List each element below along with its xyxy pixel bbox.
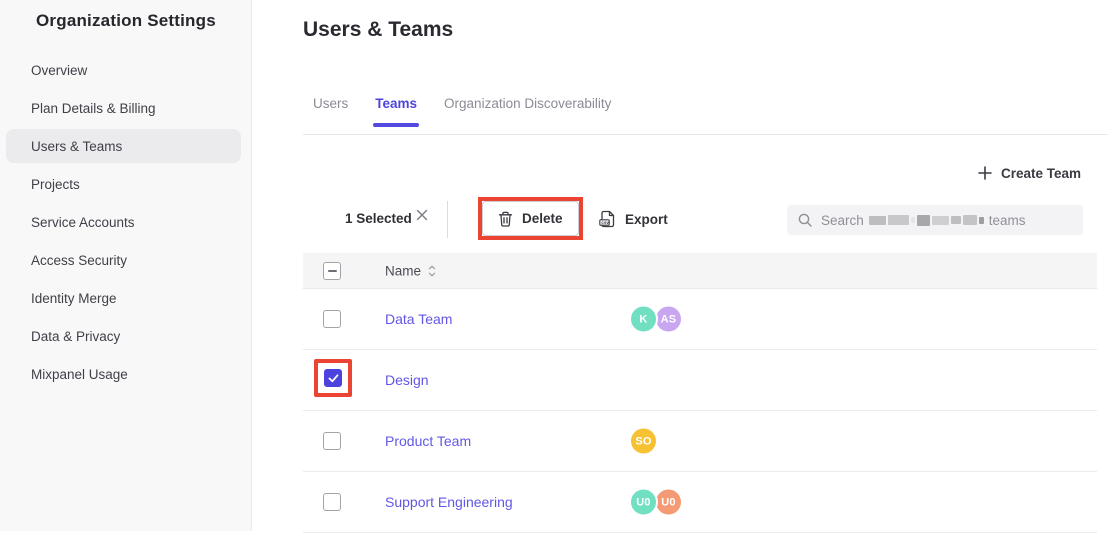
tab-teams[interactable]: Teams [375, 96, 417, 115]
team-name-link[interactable]: Data Team [385, 311, 452, 327]
table-row: Design [303, 350, 1097, 411]
row-checkbox[interactable] [323, 432, 341, 450]
row-checkbox[interactable] [324, 369, 342, 387]
indeterminate-minus-icon [328, 270, 337, 272]
tab-users[interactable]: Users [313, 96, 348, 115]
export-label: Export [625, 212, 668, 227]
row-checkbox[interactable] [323, 310, 341, 328]
plus-icon [978, 166, 992, 180]
tab-bar: Users Teams Organization Discoverability [313, 96, 611, 115]
toolbar-divider [447, 201, 448, 238]
search-icon [798, 213, 812, 227]
tab-organization-discoverability[interactable]: Organization Discoverability [444, 96, 611, 115]
tabs-divider [303, 134, 1108, 135]
member-avatars: U0 U0 [629, 488, 683, 517]
search-placeholder: Search teams [821, 213, 1026, 228]
select-all-checkbox[interactable] [323, 262, 341, 280]
create-team-label: Create Team [1001, 166, 1081, 181]
redacted-placeholder-text [869, 215, 984, 226]
sidebar-item-identity-merge[interactable]: Identity Merge [0, 279, 251, 317]
export-button[interactable]: csv Export [599, 204, 668, 234]
sidebar-item-projects[interactable]: Projects [0, 165, 251, 203]
sidebar-item-mixpanel-usage[interactable]: Mixpanel Usage [0, 355, 251, 393]
table-header-row: Name [303, 253, 1097, 289]
trash-icon [498, 211, 513, 227]
search-input[interactable]: Search teams [787, 205, 1083, 235]
annotation-checkbox-highlight [314, 359, 352, 397]
avatar: SO [629, 427, 658, 456]
checkmark-icon [328, 374, 339, 383]
sidebar-nav: Overview Plan Details & Billing Users & … [0, 51, 251, 393]
row-checkbox[interactable] [323, 493, 341, 511]
sidebar-item-data-privacy[interactable]: Data & Privacy [0, 317, 251, 355]
team-name-link[interactable]: Product Team [385, 433, 471, 449]
sidebar-item-plan-details-billing[interactable]: Plan Details & Billing [0, 89, 251, 127]
clear-selection-icon[interactable] [414, 209, 430, 227]
table-row: Product Team SO [303, 411, 1097, 472]
table-row: Support Engineering U0 U0 [303, 472, 1097, 533]
delete-label: Delete [522, 211, 563, 226]
sidebar-title: Organization Settings [36, 11, 216, 31]
team-name-link[interactable]: Design [385, 372, 429, 388]
page-title: Users & Teams [303, 18, 453, 42]
delete-button[interactable]: Delete [482, 201, 579, 236]
member-avatars: SO [629, 427, 658, 456]
svg-text:csv: csv [601, 220, 609, 225]
avatar: U0 [654, 488, 683, 517]
sort-icon [428, 264, 436, 277]
selected-count: 1 Selected [345, 211, 412, 226]
avatar: K [629, 305, 658, 334]
name-column-header[interactable]: Name [385, 263, 436, 278]
table-row: Data Team K AS [303, 289, 1097, 350]
member-avatars: K AS [629, 305, 683, 334]
sidebar-item-overview[interactable]: Overview [0, 51, 251, 89]
avatar: U0 [629, 488, 658, 517]
sidebar: Organization Settings Overview Plan Deta… [0, 0, 252, 531]
team-name-link[interactable]: Support Engineering [385, 494, 513, 510]
teams-table: Name Data Team K AS [303, 253, 1097, 533]
avatar: AS [654, 305, 683, 334]
sidebar-item-access-security[interactable]: Access Security [0, 241, 251, 279]
csv-file-icon: csv [599, 210, 616, 228]
annotation-delete-highlight: Delete [478, 197, 583, 240]
sidebar-item-users-teams[interactable]: Users & Teams [6, 129, 241, 163]
create-team-button[interactable]: Create Team [978, 163, 1081, 183]
sidebar-item-service-accounts[interactable]: Service Accounts [0, 203, 251, 241]
